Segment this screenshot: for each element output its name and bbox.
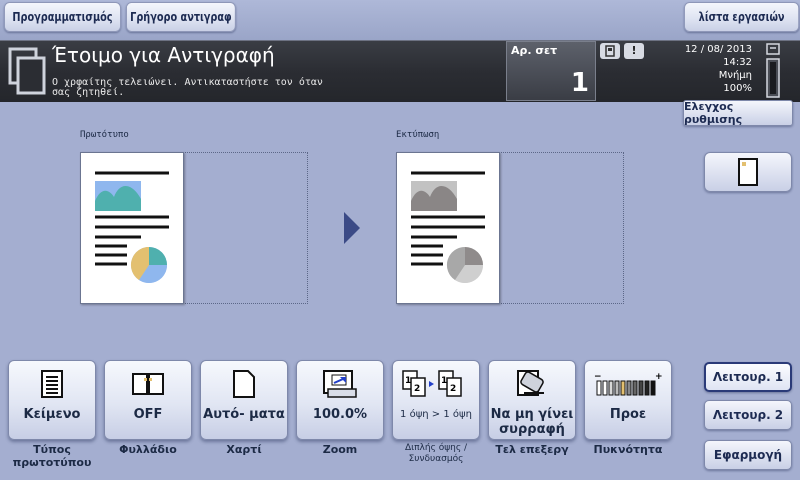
- apply-button[interactable]: Εφαρμογή: [704, 440, 792, 470]
- date-time-panel: 12 / 08/ 2013 14:32 Μνήμη 100%: [660, 43, 752, 95]
- density-value: Προε: [609, 407, 647, 422]
- top-bar: Προγραμματισμός Γρήγορο αντιγραφ λίστα ε…: [0, 0, 800, 40]
- zoom-caption: Zoom: [322, 443, 358, 456]
- svg-text:2: 2: [414, 384, 420, 394]
- warning-icon[interactable]: !: [624, 43, 644, 59]
- booklet-icon: [132, 373, 164, 395]
- zoom-value: 100.0%: [312, 407, 368, 422]
- function-2-tab[interactable]: Λειτουρ. 2: [704, 400, 792, 430]
- programming-button[interactable]: Προγραμματισμός: [4, 2, 121, 32]
- density-caption: Πυκνότητα: [593, 443, 663, 456]
- sets-label: Αρ. σετ: [511, 44, 558, 57]
- finishing-icon: [517, 370, 544, 396]
- original-type-button[interactable]: Κείμενο: [8, 360, 96, 440]
- booklet-button[interactable]: OFF: [104, 360, 192, 440]
- density-icon: − +: [594, 372, 663, 396]
- paper-icon: [233, 370, 255, 398]
- page-direction-button[interactable]: [704, 152, 792, 192]
- quick-copy-button[interactable]: Γρήγορο αντιγραφ: [126, 2, 236, 32]
- toner-gauge-icon: [766, 43, 780, 98]
- text-document-icon: [41, 370, 63, 398]
- copy-sets-box[interactable]: Αρ. σετ 1: [506, 41, 596, 101]
- copy-mode-icon: [8, 47, 46, 95]
- original-label: Πρωτότυπο: [80, 130, 129, 140]
- paper-caption: Χαρτί: [226, 443, 262, 456]
- time-text: 14:32: [723, 57, 752, 68]
- finishing-caption: Τελ επεξεργ: [495, 443, 569, 456]
- zoom-button[interactable]: 100.0%: [296, 360, 384, 440]
- status-panel: Έτοιμο για Αντιγραφή Ο χρφαίτης τελειώνε…: [0, 40, 800, 102]
- duplex-combine-button[interactable]: 1 2 1 2 1 όψη > 1 όψη: [392, 360, 480, 440]
- duplex-icon: 1 2 1 2: [402, 370, 462, 397]
- svg-text:2: 2: [450, 384, 456, 394]
- duplex-caption: Διπλής όψης / Συνδυασμός: [404, 443, 468, 464]
- page-direction-icon: [738, 158, 758, 186]
- svg-text:1: 1: [405, 376, 411, 386]
- memory-value: 100%: [723, 83, 752, 94]
- svg-text:+: +: [655, 372, 663, 382]
- finishing-button[interactable]: Να μη γίνει συρραφή: [488, 360, 576, 440]
- check-settings-button[interactable]: Ελεγχος ρυθμισης: [683, 100, 793, 126]
- memory-label: Μνήμη: [718, 70, 752, 81]
- arrow-right-icon: [344, 212, 360, 244]
- booklet-caption: Φυλλάδιο: [119, 443, 177, 456]
- function-1-tab[interactable]: Λειτουρ. 1: [704, 362, 792, 392]
- paper-value: Αυτό- ματα: [203, 407, 285, 422]
- toner-message: Ο χρφαίτης τελειώνει. Αντικαταστήστε τον…: [52, 77, 323, 98]
- svg-text:1: 1: [441, 376, 447, 386]
- original-type-value: Κείμενο: [23, 407, 81, 422]
- device-status-icon[interactable]: [600, 43, 620, 59]
- job-list-button[interactable]: λίστα εργασιών: [684, 2, 800, 32]
- booklet-value: OFF: [133, 407, 163, 422]
- date-text: 12 / 08/ 2013: [684, 44, 752, 55]
- paper-button[interactable]: Αυτό- ματα: [200, 360, 288, 440]
- zoom-icon: [323, 370, 357, 398]
- sets-value: 1: [570, 68, 589, 98]
- original-page-preview: [80, 152, 184, 304]
- status-title: Έτοιμο για Αντιγραφή: [52, 43, 275, 67]
- output-label: Εκτύπωση: [396, 130, 440, 140]
- finishing-value: Να μη γίνει συρραφή: [490, 407, 574, 437]
- original-type-caption: Τύπος πρωτοτύπου: [12, 443, 92, 469]
- output-page-preview: [396, 152, 500, 304]
- duplex-value: 1 όψη > 1 όψη: [400, 409, 472, 420]
- density-button[interactable]: − + Προε: [584, 360, 672, 440]
